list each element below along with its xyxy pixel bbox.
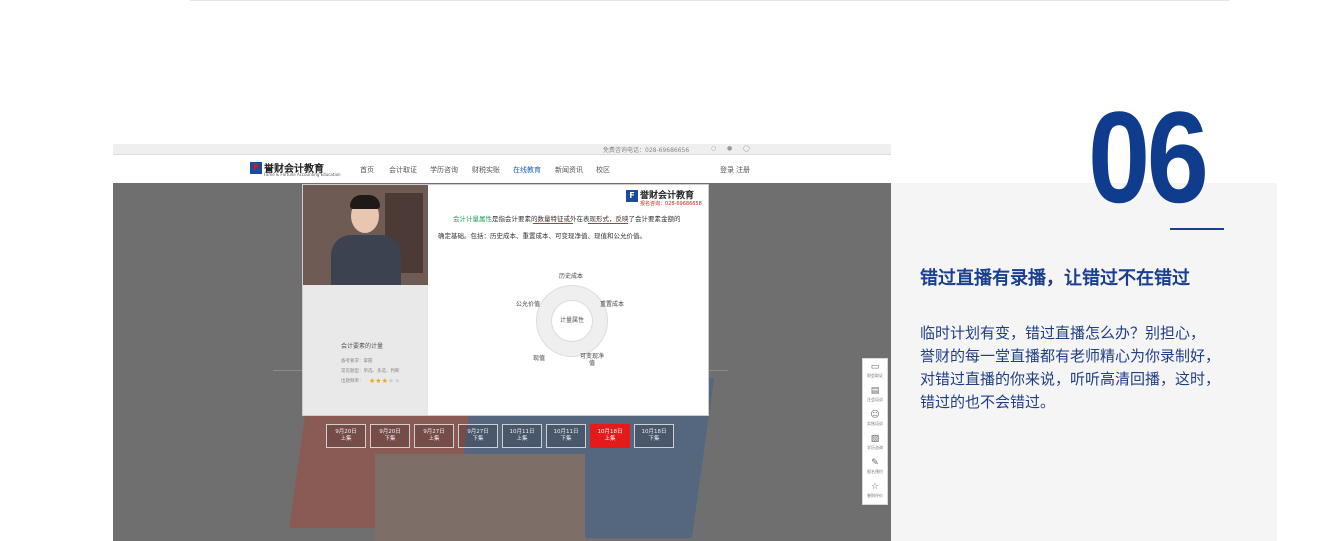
nav-news[interactable]: 新闻资讯 (555, 165, 583, 175)
site-topbar: 免费咨询电话：028-69686656 ○ ● ◯ (113, 144, 891, 155)
logo-icon: F (626, 190, 638, 202)
nav-campus[interactable]: 校区 (596, 165, 610, 175)
section-headline: 错过直播有录播，让错过不在错过 (920, 268, 1190, 289)
sidebar-item-certification[interactable]: ▭ 财会取证 (863, 359, 887, 383)
sidebar-item-cpa[interactable]: ▤ 注会培训 (863, 383, 887, 407)
book-image (375, 454, 585, 541)
episode-button[interactable]: 10月11日 下集 (546, 424, 586, 448)
episode-button[interactable]: 10月11日 上集 (502, 424, 542, 448)
hotline-text: 免费咨询电话：028-69686656 (603, 147, 690, 154)
episode-button[interactable]: 9月20日 上集 (326, 424, 366, 448)
episode-button[interactable]: 9月27日 下集 (458, 424, 498, 448)
diagram-label: 公允价值 (516, 301, 541, 308)
nav-tax-practice[interactable]: 财税实账 (472, 165, 500, 175)
measurement-diagram: 计量属性 历史成本 重置成本 可变现净值 现值 公允价值 (516, 265, 626, 375)
slide-brand: F 誉财会计教育 报名咨询：028-69686658 (626, 188, 706, 208)
episode-button[interactable]: 9月20日 下集 (370, 424, 410, 448)
nav-degree[interactable]: 学历咨询 (430, 165, 458, 175)
course-title: 会计要素的计量 (341, 343, 384, 350)
star-icon: ☆ (870, 482, 880, 492)
sidebar-item-practice[interactable]: ☺ 实账培训 (863, 407, 887, 431)
diagram-center: 计量属性 (551, 300, 593, 342)
top-divider (190, 0, 1230, 1)
site-navbar: F 誉财会计教育 Fame & Fortune Accounting Educa… (113, 155, 891, 183)
description-line: 临时计划有变，错过直播怎么办？别担心， (920, 324, 1206, 342)
nav-home[interactable]: 首页 (360, 165, 374, 175)
slide-text-line: 会计计量属性是指会计要素的数量特征或外在表现形式，反映了会计要素金额的 (453, 215, 681, 223)
lecture-slide: F 誉财会计教育 报名咨询：028-69686658 会计计量属性是指会计要素的… (428, 185, 708, 415)
register-link[interactable]: 注册 (736, 165, 750, 175)
site-logo[interactable]: F 誉财会计教育 Fame & Fortune Accounting Educa… (250, 160, 341, 178)
diagram-label: 重置成本 (600, 301, 625, 308)
slide-underline (588, 223, 628, 224)
logo-icon: F (250, 162, 262, 174)
weibo-icon[interactable]: ◯ (743, 145, 750, 152)
wechat-icon[interactable]: ○ (711, 145, 716, 152)
logo-subtitle: Fame & Fortune Accounting Education (264, 172, 341, 177)
slide-text-line: 确定基础。包括：历史成本、重置成本、可变现净值、现值和公允价值。 (438, 232, 646, 240)
course-question-types: 常见题型：单选、多选、判断 (341, 369, 400, 374)
sidebar-item-degree[interactable]: ▧ 学历咨询 (863, 431, 887, 455)
diagram-label: 历史成本 (559, 273, 584, 280)
episode-button[interactable]: 9月27日 上集 (414, 424, 454, 448)
description-line: 誉财的每一堂直播都有老师精心为你录制好， (920, 347, 1221, 365)
section-description: 临时计划有变，错过直播怎么办？别担心， 誉财的每一堂直播都有老师精心为你录制好，… (920, 322, 1260, 414)
document-icon: ▤ (870, 386, 880, 396)
sidebar-item-review[interactable]: ☆ 誉财评价 (863, 479, 887, 503)
video-player[interactable]: 会计要素的计量 备考要求：掌握 常见题型：单选、多选、判断 出题频率： ★★★★… (302, 184, 709, 416)
nav-certification[interactable]: 会计取证 (389, 165, 417, 175)
number-underline (1170, 228, 1224, 230)
floating-sidebar: ▭ 财会取证 ▤ 注会培训 ☺ 实账培训 ▧ 学历咨询 ✎ 报名预约 ☆ 誉财评价 (862, 358, 888, 505)
website-screenshot: 免费咨询电话：028-69686656 ○ ● ◯ F 誉财会计教育 Fame … (113, 144, 891, 541)
course-info-card: 会计要素的计量 备考要求：掌握 常见题型：单选、多选、判断 出题频率： ★★★★… (303, 285, 428, 415)
teacher-video (303, 185, 428, 285)
sidebar-item-signup[interactable]: ✎ 报名预约 (863, 455, 887, 479)
person-icon: ☺ (870, 410, 880, 420)
clipboard-icon: ▧ (870, 434, 880, 444)
qq-icon[interactable]: ● (727, 145, 732, 152)
login-link[interactable]: 登录 (720, 165, 734, 175)
nav-online-education[interactable]: 在线教育 (513, 165, 541, 175)
diagram-label: 可变现净值 (580, 353, 605, 367)
rating-stars: ★★★★★ (369, 377, 400, 385)
chat-icon: ▭ (870, 362, 880, 372)
slide-underline (533, 223, 573, 224)
course-requirement: 备考要求：掌握 (341, 359, 373, 364)
episode-button-active[interactable]: 10月18日 上集 (590, 424, 630, 448)
edit-icon: ✎ (871, 458, 879, 468)
slide-brand-phone: 报名咨询：028-69686658 (640, 201, 702, 207)
course-frequency: 出题频率： (341, 379, 364, 384)
description-line: 对错过直播的你来说，听听高清回播，这时， (920, 370, 1221, 388)
description-line: 错过的也不会错过。 (920, 393, 1056, 411)
star-icon: ★ (394, 377, 401, 385)
section-number: 06 (1088, 84, 1209, 230)
diagram-label: 现值 (532, 355, 545, 362)
episode-button[interactable]: 10月18日 下集 (634, 424, 674, 448)
